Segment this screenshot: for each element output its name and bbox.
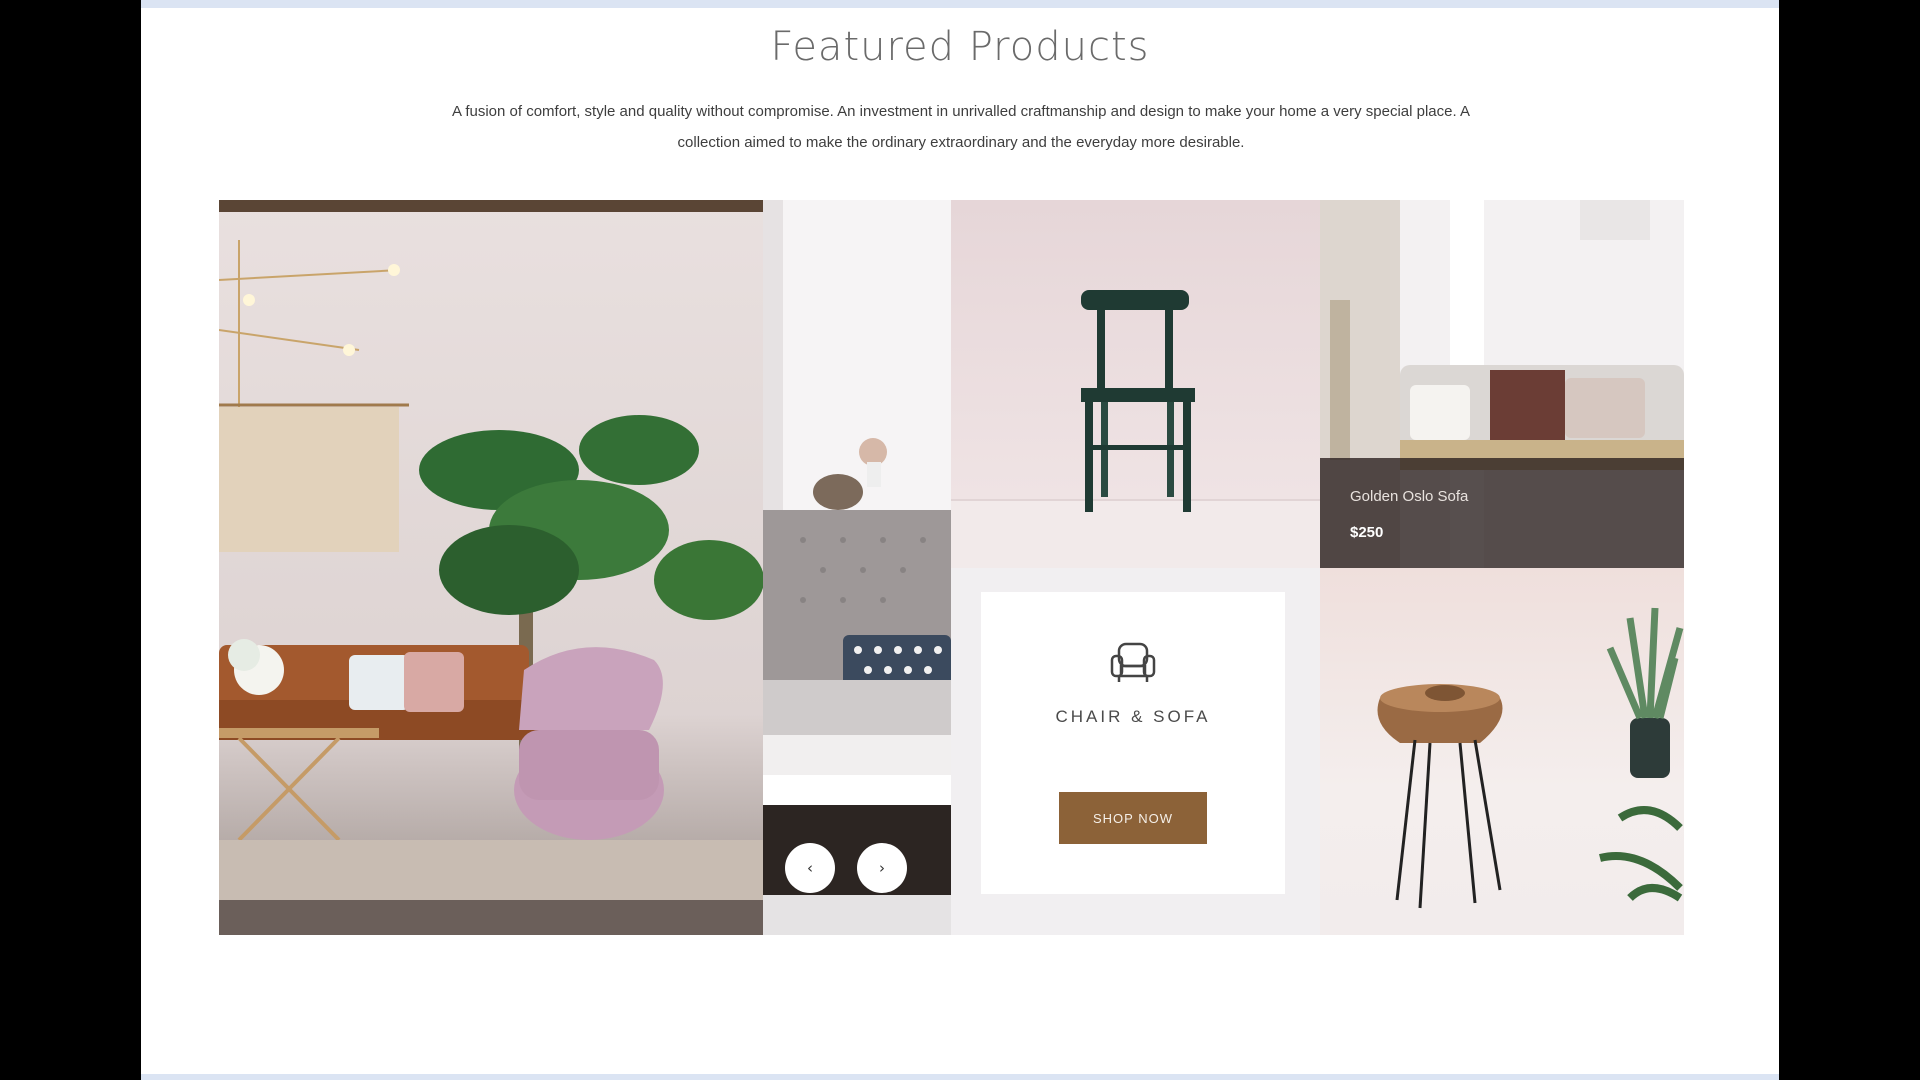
- wooden-stool-image[interactable]: [1320, 568, 1684, 935]
- armchair-icon: [1109, 640, 1157, 684]
- slider-prev-button[interactable]: ‹: [785, 843, 835, 893]
- golden-oslo-sofa-tile[interactable]: Golden Oslo Sofa $250: [1320, 200, 1684, 568]
- dark-green-chair-image[interactable]: [951, 200, 1320, 568]
- product-price: $250: [1350, 524, 1384, 541]
- category-card: CHAIR & SOFA SHOP NOW: [981, 592, 1285, 894]
- chevron-right-icon: ›: [879, 859, 885, 877]
- slider-next-button[interactable]: ›: [857, 843, 907, 893]
- category-card-tile: CHAIR & SOFA SHOP NOW: [951, 568, 1320, 935]
- category-label: CHAIR & SOFA: [1055, 707, 1211, 726]
- sofa-slider-image[interactable]: ‹ ›: [763, 200, 951, 935]
- product-name: Golden Oslo Sofa: [1350, 488, 1469, 505]
- section-description: A fusion of comfort, style and quality w…: [451, 103, 1470, 151]
- living-room-image[interactable]: [219, 200, 763, 935]
- product-info-overlay: Golden Oslo Sofa $250: [1320, 458, 1684, 568]
- shop-now-button[interactable]: SHOP NOW: [1059, 792, 1207, 844]
- product-grid: ‹ › Golden Oslo Sofa $250 CHAIR & SOFA S…: [219, 200, 1684, 935]
- section-title: Featured Products: [770, 24, 1150, 70]
- featured-products-page: Featured Products A fusion of comfort, s…: [141, 0, 1779, 1080]
- chevron-left-icon: ‹: [807, 859, 813, 877]
